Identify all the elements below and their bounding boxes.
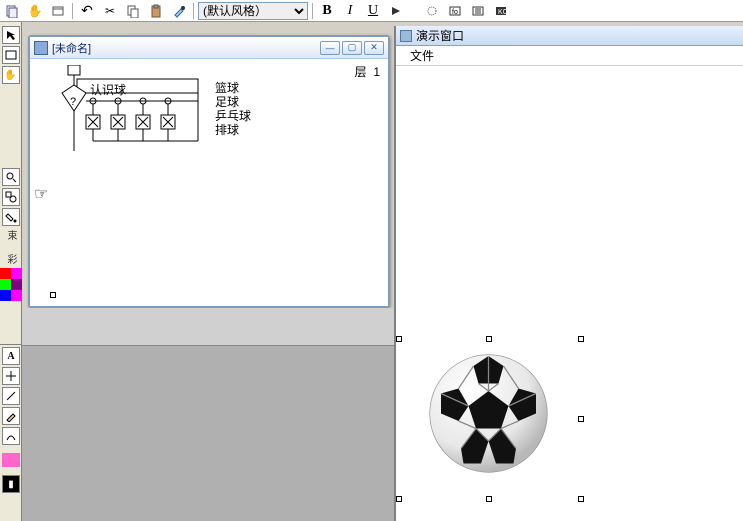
bold-button[interactable]: B	[317, 1, 337, 21]
hand-drag-icon[interactable]: ✋	[2, 66, 20, 84]
swatch-magenta[interactable]	[11, 268, 22, 279]
swatch-hotpink[interactable]	[2, 453, 20, 467]
decision-mark: ?	[70, 96, 76, 108]
panel-strip	[22, 308, 394, 346]
editor-window-icon	[34, 41, 48, 55]
scissors-icon: ✂	[105, 4, 115, 18]
tool-btn-3[interactable]	[48, 1, 68, 21]
swatch-red[interactable]	[0, 268, 11, 279]
editor-title: [未命名]	[52, 40, 316, 56]
toolbar-divider-3	[312, 3, 313, 19]
shape-tool-icon[interactable]	[2, 188, 20, 206]
tool-btn-1[interactable]	[2, 1, 22, 21]
flowchart-diagram[interactable]: ?	[48, 65, 208, 155]
toolbar-divider-2	[193, 3, 194, 19]
flow-root-label: 认识球	[90, 81, 126, 98]
bucket-tool-icon[interactable]	[2, 208, 20, 226]
ball-item: 排球	[215, 123, 251, 137]
secondary-tools: A ▮	[0, 344, 22, 493]
demo-titlebar[interactable]: 演示窗口	[396, 26, 743, 46]
canvas-handle[interactable]	[50, 292, 56, 298]
layer-indicator: 层 1	[355, 63, 380, 80]
ball-item: 乒乓球	[215, 109, 251, 123]
copy-icon[interactable]	[123, 1, 143, 21]
cross-tool-icon[interactable]	[2, 367, 20, 385]
undo-glyph: ↶	[81, 2, 93, 19]
text-box-icon[interactable]	[2, 46, 20, 64]
editor-titlebar[interactable]: [未命名] — ▢ ✕	[30, 37, 388, 59]
svg-text:fo: fo	[452, 9, 458, 16]
hand-tool-icon[interactable]: ✋	[25, 1, 45, 21]
secondary-palette	[2, 453, 20, 467]
close-button[interactable]: ✕	[364, 41, 384, 55]
bold-label: B	[322, 3, 331, 19]
play-icon[interactable]	[386, 1, 406, 21]
svg-text:KO: KO	[498, 9, 508, 16]
italic-button[interactable]: I	[340, 1, 360, 21]
pencil-tool-icon[interactable]	[2, 407, 20, 425]
demo-canvas[interactable]	[396, 66, 743, 521]
maximize-button[interactable]: ▢	[342, 41, 362, 55]
swatch-pink[interactable]	[11, 290, 22, 301]
style-dropdown[interactable]: (默认风格）	[198, 2, 308, 20]
undo-icon[interactable]: ↶	[77, 1, 97, 21]
sel-handle-tr[interactable]	[578, 336, 584, 342]
swatch-purple[interactable]	[11, 279, 22, 290]
curve-tool-icon[interactable]	[2, 427, 20, 445]
constraint-label: 束	[3, 230, 18, 240]
demo-window-icon	[400, 30, 412, 42]
editor-window: [未命名] — ▢ ✕ 层 1 ?	[28, 35, 390, 308]
paste-icon[interactable]	[146, 1, 166, 21]
hand-icon: ✋	[28, 4, 43, 18]
ball-type-list: 篮球 足球 乒乓球 排球	[215, 81, 251, 137]
cut-icon[interactable]: ✂	[100, 1, 120, 21]
demo-menu-file[interactable]: 文件	[404, 45, 440, 66]
insertion-pointer-icon: ☞	[34, 184, 48, 204]
sel-handle-mr[interactable]	[578, 416, 584, 422]
minimize-button[interactable]: —	[320, 41, 340, 55]
soccer-ball-image[interactable]	[426, 351, 551, 476]
ball-item: 足球	[215, 95, 251, 109]
tool-misc-2[interactable]: fo	[445, 1, 465, 21]
arrow-tool-icon[interactable]	[2, 26, 20, 44]
color-label: 彩	[3, 254, 18, 264]
editor-canvas[interactable]: 层 1 ?	[30, 59, 388, 306]
demo-menubar: 文件	[396, 46, 743, 66]
demo-window: 演示窗口 文件	[394, 26, 743, 521]
text-tool-icon[interactable]: A	[2, 347, 20, 365]
zoom-tool-icon[interactable]	[2, 168, 20, 186]
underline-label: U	[368, 3, 378, 19]
black-tool-icon[interactable]: ▮	[2, 475, 20, 493]
line-tool-icon[interactable]	[2, 387, 20, 405]
underline-button[interactable]: U	[363, 1, 383, 21]
window-buttons: — ▢ ✕	[320, 41, 384, 55]
sel-handle-tc[interactable]	[486, 336, 492, 342]
brush-icon[interactable]	[169, 1, 189, 21]
tool-misc-4[interactable]: KO	[491, 1, 511, 21]
sel-handle-br[interactable]	[578, 496, 584, 502]
layer-num: 1	[373, 65, 380, 79]
swatch-blue[interactable]	[0, 290, 11, 301]
tool-misc-3[interactable]	[468, 1, 488, 21]
sel-handle-bl[interactable]	[396, 496, 402, 502]
toolbar-divider	[72, 3, 73, 19]
color-palette	[0, 268, 22, 301]
layer-text: 层	[355, 65, 367, 79]
main-toolbar: ✋ ↶ ✂ (默认风格） B I U fo KO	[0, 0, 743, 22]
swatch-green[interactable]	[0, 279, 11, 290]
sel-handle-bc[interactable]	[486, 496, 492, 502]
tool-misc-1[interactable]	[422, 1, 442, 21]
italic-label: I	[348, 3, 353, 19]
ball-item: 篮球	[215, 81, 251, 95]
demo-title: 演示窗口	[416, 27, 464, 44]
sel-handle-ml[interactable]	[396, 336, 402, 342]
